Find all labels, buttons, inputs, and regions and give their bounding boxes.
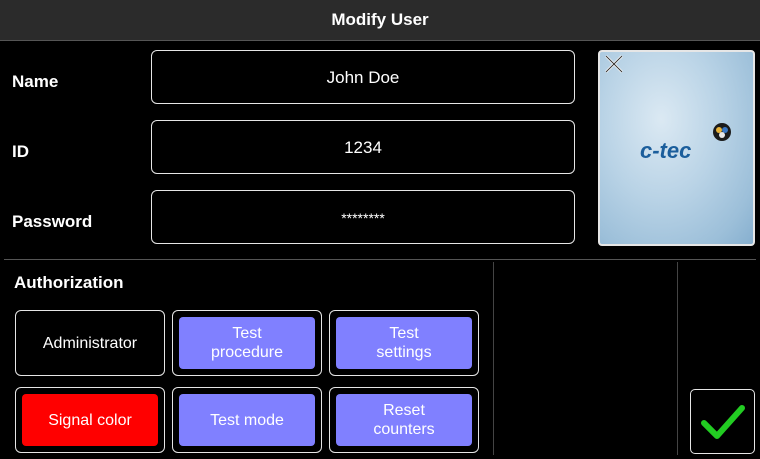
- reset-counters-button[interactable]: Reset counters: [329, 387, 479, 453]
- name-field[interactable]: John Doe: [151, 50, 575, 104]
- id-label: ID: [12, 142, 29, 161]
- name-label: Name: [12, 72, 59, 91]
- section-divider: [4, 259, 756, 260]
- signal-color-button-label: Signal color: [22, 394, 158, 446]
- brand-name: c-tec: [640, 138, 692, 163]
- test-mode-button[interactable]: Test mode: [172, 387, 322, 453]
- close-icon[interactable]: [603, 53, 625, 75]
- test-mode-button-label: Test mode: [179, 394, 315, 446]
- user-fields-panel: Name John Doe ID 1234 Password ********: [4, 42, 589, 256]
- logo-image[interactable]: c-tec: [598, 50, 755, 246]
- authorization-label: Authorization: [14, 273, 124, 292]
- test-settings-button[interactable]: Test settings: [329, 310, 479, 376]
- brand-logo-text: c-tec: [640, 138, 691, 164]
- signal-color-button[interactable]: Signal color: [15, 387, 165, 453]
- checkmark-icon: [701, 405, 745, 439]
- administrator-button[interactable]: Administrator: [15, 310, 165, 376]
- confirm-button[interactable]: [690, 389, 755, 454]
- column-divider: [677, 262, 678, 455]
- window-title: Modify User: [331, 10, 429, 29]
- title-bar: Modify User: [0, 0, 760, 41]
- reset-counters-button-label: Reset counters: [336, 394, 472, 446]
- brand-mark-icon: [713, 123, 731, 141]
- test-procedure-button[interactable]: Test procedure: [172, 310, 322, 376]
- column-divider: [493, 262, 494, 455]
- id-field[interactable]: 1234: [151, 120, 575, 174]
- password-field[interactable]: ********: [151, 190, 575, 244]
- password-label: Password: [12, 212, 93, 231]
- test-settings-button-label: Test settings: [336, 317, 472, 369]
- test-procedure-button-label: Test procedure: [179, 317, 315, 369]
- administrator-button-label: Administrator: [22, 317, 158, 369]
